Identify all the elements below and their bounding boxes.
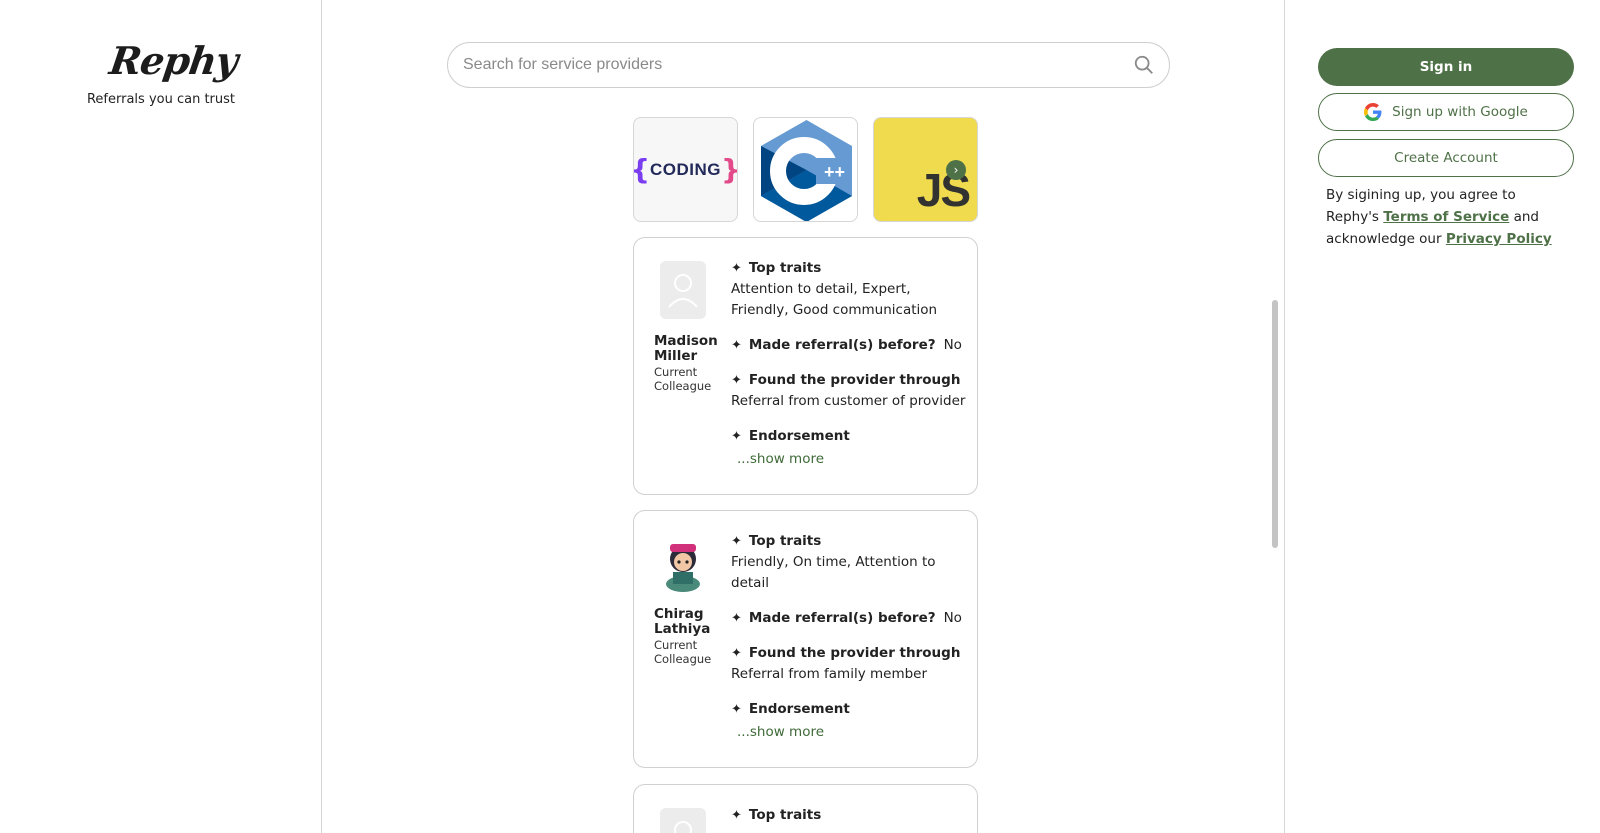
traits-value: Friendly, On time, Attention to detail [731,554,936,591]
found-through-value: Referral from customer of provider [731,393,966,409]
auth-panel: Sign in Sign up with Google Create Accou… [1284,0,1600,833]
scrollbar-thumb[interactable] [1272,300,1278,548]
sparkle-icon: ✦ [731,338,742,353]
sparkle-icon: ✦ [731,261,742,276]
skill-tile-cpp[interactable]: ++ [753,117,858,222]
section-made-referral: ✦ Made referral(s) before? No [731,335,971,356]
sparkle-icon: ✦ [731,373,742,388]
privacy-policy-link[interactable]: Privacy Policy [1446,231,1552,247]
avatar [660,534,706,592]
user-placeholder-icon [660,261,706,319]
section-top-traits: ✦ Top traits [731,258,971,279]
sparkle-icon: ✦ [731,429,742,444]
referral-card: Madison Miller Current Colleague ✦ Top tr… [633,237,978,495]
cartoon-avatar-icon [660,534,706,592]
referral-card: ✦ Top traits [633,784,978,833]
svg-text:++: ++ [824,162,845,182]
found-through-value: Referral from family member [731,666,928,682]
section-found-through: ✦ Found the provider through [731,370,971,391]
sparkle-icon: ✦ [731,646,742,661]
section-top-traits: ✦ Top traits [731,531,971,552]
sparkle-icon: ✦ [731,611,742,626]
referrer-name[interactable]: Chirag Lathiya [654,607,724,637]
section-top-traits: ✦ Top traits [731,805,971,826]
search-bar[interactable] [447,42,1170,88]
search-icon[interactable] [1133,54,1155,76]
referrer-relation: Current Colleague [654,638,712,666]
search-input[interactable] [463,43,1103,87]
show-more-link[interactable]: ...show more [737,449,971,470]
made-referral-value: No [943,610,962,626]
sparkle-icon: ✦ [731,702,742,717]
cpp-logo-icon: ++ [761,120,852,221]
google-signup-button[interactable]: Sign up with Google [1318,93,1574,131]
referrer-relation: Current Colleague [654,365,712,393]
sparkle-icon: ✦ [731,534,742,549]
terms-notice: By sigining up, you agree to Rephy's Ter… [1326,187,1552,247]
tagline: Referrals you can trust [86,92,236,107]
made-referral-value: No [943,337,962,353]
section-endorsement: ✦ Endorsement [731,426,971,447]
sparkle-icon: ✦ [731,808,742,823]
section-found-through: ✦ Found the provider through [731,643,971,664]
user-placeholder-icon [660,808,706,833]
traits-value: Attention to detail, Expert, Friendly, G… [731,281,938,318]
skill-tile-javascript[interactable]: JS › [873,117,978,222]
app-logo[interactable]: Rephy [107,38,240,83]
terms-of-service-link[interactable]: Terms of Service [1383,209,1509,225]
referrer-name[interactable]: Madison Miller [654,334,724,364]
google-signup-label: Sign up with Google [1392,104,1528,120]
avatar [660,808,706,833]
section-made-referral: ✦ Made referral(s) before? No [731,608,971,629]
avatar [660,261,706,319]
skill-tile-coding[interactable]: {CODING} [633,117,738,222]
create-account-button[interactable]: Create Account [1318,139,1574,177]
google-icon [1364,103,1382,121]
skill-carousel: {CODING} ++ JS › [633,117,978,223]
section-endorsement: ✦ Endorsement [731,699,971,720]
sign-in-button[interactable]: Sign in [1318,48,1574,86]
referral-card: Chirag Lathiya Current Colleague ✦ Top tr… [633,510,978,768]
carousel-next-icon[interactable]: › [946,160,966,180]
show-more-link[interactable]: ...show more [737,722,971,743]
left-sidebar: Rephy Referrals you can trust [0,0,322,833]
